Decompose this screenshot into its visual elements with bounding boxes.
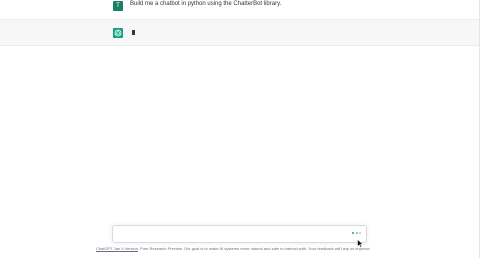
- chat-app: T Build me a chatbot in python using the…: [0, 0, 480, 258]
- user-avatar: T: [113, 1, 123, 11]
- openai-logo-icon: [113, 28, 123, 38]
- typing-cursor: [132, 30, 135, 35]
- footer-disclaimer: ChatGPT Jan 9 Version. Free Research Pre…: [96, 246, 386, 251]
- message-composer[interactable]: [112, 225, 367, 243]
- user-message-row: T Build me a chatbot in python using the…: [0, 0, 479, 19]
- footer-text: . Free Research Preview. Our goal is to …: [137, 246, 371, 251]
- loading-dot: [356, 232, 358, 234]
- loading-dot: [359, 232, 361, 234]
- assistant-message-row: [0, 19, 479, 46]
- message-input[interactable]: [117, 229, 347, 239]
- user-message-text: Build me a chatbot in python using the C…: [130, 1, 282, 7]
- mouse-pointer-icon: [357, 235, 364, 248]
- version-link[interactable]: ChatGPT Jan 9 Version: [96, 246, 138, 251]
- loading-dot: [352, 232, 354, 234]
